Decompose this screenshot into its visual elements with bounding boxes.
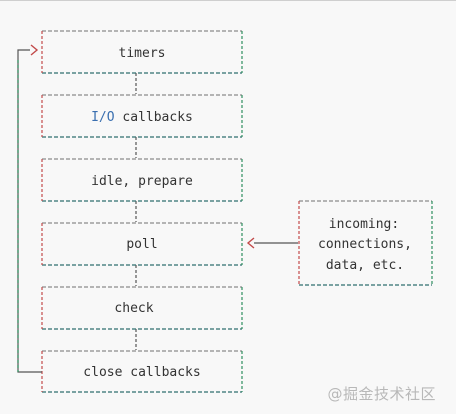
incoming-line-2: connections,: [318, 237, 412, 252]
phase-box-poll: poll: [41, 222, 243, 266]
incoming-box: incoming: connections, data, etc.: [298, 200, 433, 286]
io-prefix: I/O: [91, 110, 115, 125]
phase-label-poll: poll: [126, 237, 157, 252]
io-rest: callbacks: [115, 110, 193, 125]
phase-label-timers: timers: [119, 46, 166, 61]
loop-back-arrow: [17, 44, 42, 373]
event-loop-diagram: timers I/O callbacks idle, prepare poll …: [17, 30, 433, 393]
loop-arrow-head: [30, 44, 39, 56]
watermark: @掘金技术社区: [327, 385, 436, 403]
phase-label-idle-prepare: idle, prepare: [91, 174, 193, 189]
incoming-line-3: data, etc.: [326, 258, 404, 273]
phase-box-close-callbacks: close callbacks: [41, 350, 243, 393]
poll-arrow-head: [246, 237, 255, 249]
phase-label-close-callbacks: close callbacks: [83, 365, 200, 380]
phase-label-io-callbacks: I/O callbacks: [91, 110, 193, 125]
phase-box-idle-prepare: idle, prepare: [41, 158, 243, 202]
incoming-to-poll-arrow: [246, 237, 298, 249]
phase-box-timers: timers: [41, 30, 243, 74]
phase-box-check: check: [41, 286, 243, 330]
incoming-line-1: incoming:: [329, 217, 399, 232]
phase-label-check: check: [114, 301, 153, 316]
phase-box-io-callbacks: I/O callbacks: [41, 94, 243, 138]
